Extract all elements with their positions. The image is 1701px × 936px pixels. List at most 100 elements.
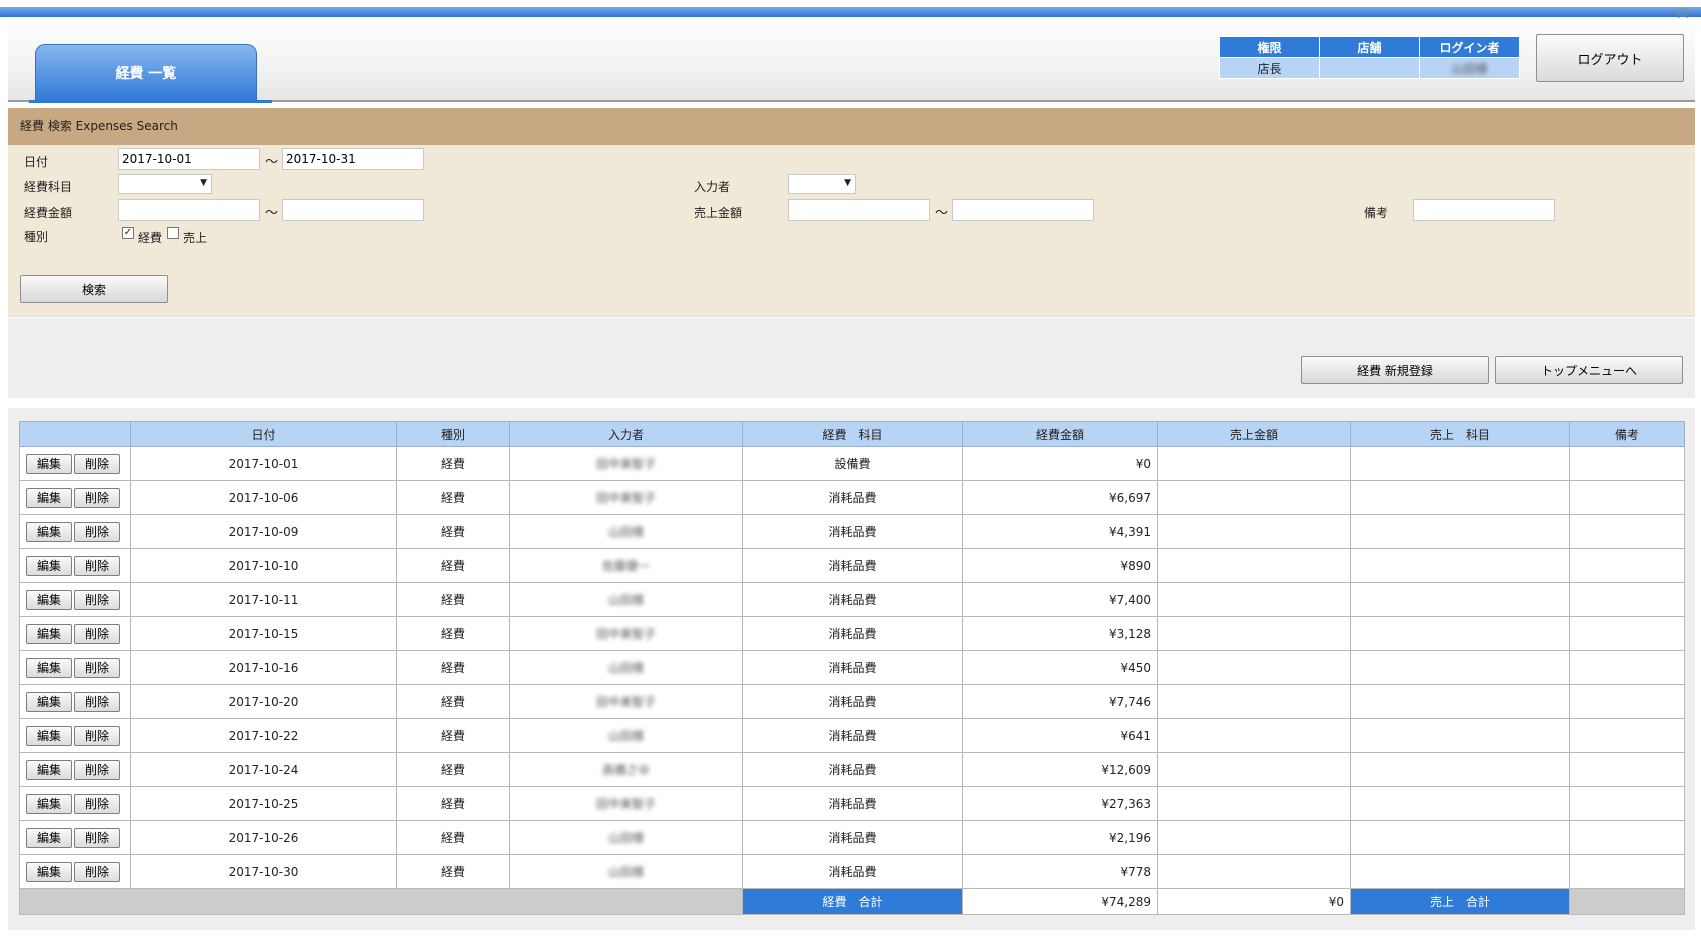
- delete-button[interactable]: 削除: [74, 521, 120, 542]
- delete-button[interactable]: 削除: [74, 861, 120, 882]
- table-row: 編集 削除 2017-10-15 経費 田中美智子 消耗品費 ¥3,128: [19, 616, 1685, 651]
- delete-button[interactable]: 削除: [74, 487, 120, 508]
- table-header-row: 日付 種別 入力者 経費 科目 経費金額 売上金額 売上 科目 備考: [19, 421, 1685, 447]
- totals-end-spacer: [1569, 888, 1685, 915]
- kind-sales-checkbox[interactable]: [167, 227, 179, 239]
- edit-button[interactable]: 編集: [26, 725, 72, 746]
- expense-amount-to-input[interactable]: [282, 199, 424, 221]
- row-expense-amount: ¥2,196: [962, 820, 1158, 855]
- row-expense-category: 消耗品費: [742, 480, 963, 515]
- delete-button[interactable]: 削除: [74, 623, 120, 644]
- row-user-name: 田中美智子: [595, 457, 656, 471]
- edit-button[interactable]: 編集: [26, 793, 72, 814]
- edit-button[interactable]: 編集: [26, 861, 72, 882]
- row-remarks: [1569, 854, 1685, 889]
- row-sales-amount: [1157, 752, 1351, 787]
- row-actions: 編集 削除: [19, 718, 131, 753]
- row-expense-amount: ¥7,746: [962, 684, 1158, 719]
- row-user: 山田様: [509, 718, 743, 753]
- col-header-sales-category: 売上 科目: [1350, 421, 1570, 447]
- row-date: 2017-10-24: [130, 752, 397, 787]
- row-date: 2017-10-22: [130, 718, 397, 753]
- totals-spacer: [19, 888, 743, 915]
- page-header: 経費 一覧 権限 店舗 ログイン者 店長 山田様 ログアウト: [8, 18, 1695, 103]
- row-date: 2017-10-26: [130, 820, 397, 855]
- row-sales-category: [1350, 480, 1570, 515]
- edit-button[interactable]: 編集: [26, 555, 72, 576]
- edit-button[interactable]: 編集: [26, 827, 72, 848]
- row-remarks: [1569, 718, 1685, 753]
- top-menu-button[interactable]: トップメニューへ: [1495, 356, 1683, 384]
- delete-button[interactable]: 削除: [74, 453, 120, 474]
- delete-button[interactable]: 削除: [74, 589, 120, 610]
- edit-button[interactable]: 編集: [26, 657, 72, 678]
- row-remarks: [1569, 650, 1685, 685]
- tab-expense-list[interactable]: 経費 一覧: [35, 44, 257, 102]
- row-user-name: 高橋さゆ: [601, 763, 650, 777]
- row-expense-category: 消耗品費: [742, 616, 963, 651]
- edit-button[interactable]: 編集: [26, 691, 72, 712]
- delete-button[interactable]: 削除: [74, 657, 120, 678]
- kind-sales-label: 売上: [183, 231, 208, 245]
- delete-button[interactable]: 削除: [74, 827, 120, 848]
- delete-button[interactable]: 削除: [74, 759, 120, 780]
- delete-button[interactable]: 削除: [74, 555, 120, 576]
- kind-expense-checkbox[interactable]: ✓: [122, 227, 134, 239]
- col-header-remarks: 備考: [1569, 421, 1685, 447]
- row-expense-amount: ¥641: [962, 718, 1158, 753]
- row-user-name: 山田様: [607, 831, 644, 845]
- delete-button[interactable]: 削除: [74, 691, 120, 712]
- row-expense-amount: ¥450: [962, 650, 1158, 685]
- role-header: 権限: [1219, 36, 1320, 58]
- row-kind: 経費: [396, 616, 510, 651]
- row-date: 2017-10-09: [130, 514, 397, 549]
- row-actions: 編集 削除: [19, 514, 131, 549]
- row-expense-amount: ¥27,363: [962, 786, 1158, 821]
- edit-button[interactable]: 編集: [26, 623, 72, 644]
- remarks-input[interactable]: [1413, 199, 1555, 221]
- row-user: 山田様: [509, 582, 743, 617]
- date-to-input[interactable]: [282, 148, 424, 170]
- date-from-input[interactable]: [118, 148, 260, 170]
- delete-button[interactable]: 削除: [74, 725, 120, 746]
- row-actions: 編集 削除: [19, 582, 131, 617]
- row-expense-amount: ¥3,128: [962, 616, 1158, 651]
- store-header: 店舗: [1319, 36, 1420, 58]
- user-header: ログイン者: [1419, 36, 1520, 58]
- sales-total-label: 売上 合計: [1350, 888, 1570, 915]
- row-expense-amount: ¥12,609: [962, 752, 1158, 787]
- row-actions: 編集 削除: [19, 650, 131, 685]
- edit-button[interactable]: 編集: [26, 759, 72, 780]
- edit-button[interactable]: 編集: [26, 589, 72, 610]
- row-actions: 編集 削除: [19, 548, 131, 583]
- sales-amount-from-input[interactable]: [788, 199, 930, 221]
- row-sales-category: [1350, 446, 1570, 481]
- row-user: 山田様: [509, 650, 743, 685]
- logout-button[interactable]: ログアウト: [1536, 34, 1684, 82]
- edit-button[interactable]: 編集: [26, 487, 72, 508]
- edit-button[interactable]: 編集: [26, 521, 72, 542]
- row-user: 山田様: [509, 820, 743, 855]
- row-sales-category: [1350, 548, 1570, 583]
- store-value: [1319, 57, 1420, 79]
- new-expense-button[interactable]: 経費 新規登録: [1301, 356, 1489, 384]
- row-remarks: [1569, 684, 1685, 719]
- expense-amount-from-input[interactable]: [118, 199, 260, 221]
- category-label: 経費科目: [24, 180, 73, 194]
- row-user-name: 山田様: [607, 661, 644, 675]
- row-kind: 経費: [396, 718, 510, 753]
- table-row: 編集 削除 2017-10-16 経費 山田様 消耗品費 ¥450: [19, 650, 1685, 685]
- edit-button[interactable]: 編集: [26, 453, 72, 474]
- inputter-select[interactable]: ▼: [788, 174, 856, 194]
- category-select[interactable]: ▼: [118, 174, 212, 194]
- row-user-name: 山田様: [607, 865, 644, 879]
- delete-button[interactable]: 削除: [74, 793, 120, 814]
- search-button[interactable]: 検索: [20, 275, 168, 303]
- row-remarks: [1569, 446, 1685, 481]
- row-expense-amount: ¥7,400: [962, 582, 1158, 617]
- sales-amount-to-input[interactable]: [952, 199, 1094, 221]
- table-row: 編集 削除 2017-10-30 経費 山田様 消耗品費 ¥778: [19, 854, 1685, 889]
- row-user: 佐藤健一: [509, 548, 743, 583]
- top-accent-bar: [0, 7, 1701, 17]
- row-kind: 経費: [396, 752, 510, 787]
